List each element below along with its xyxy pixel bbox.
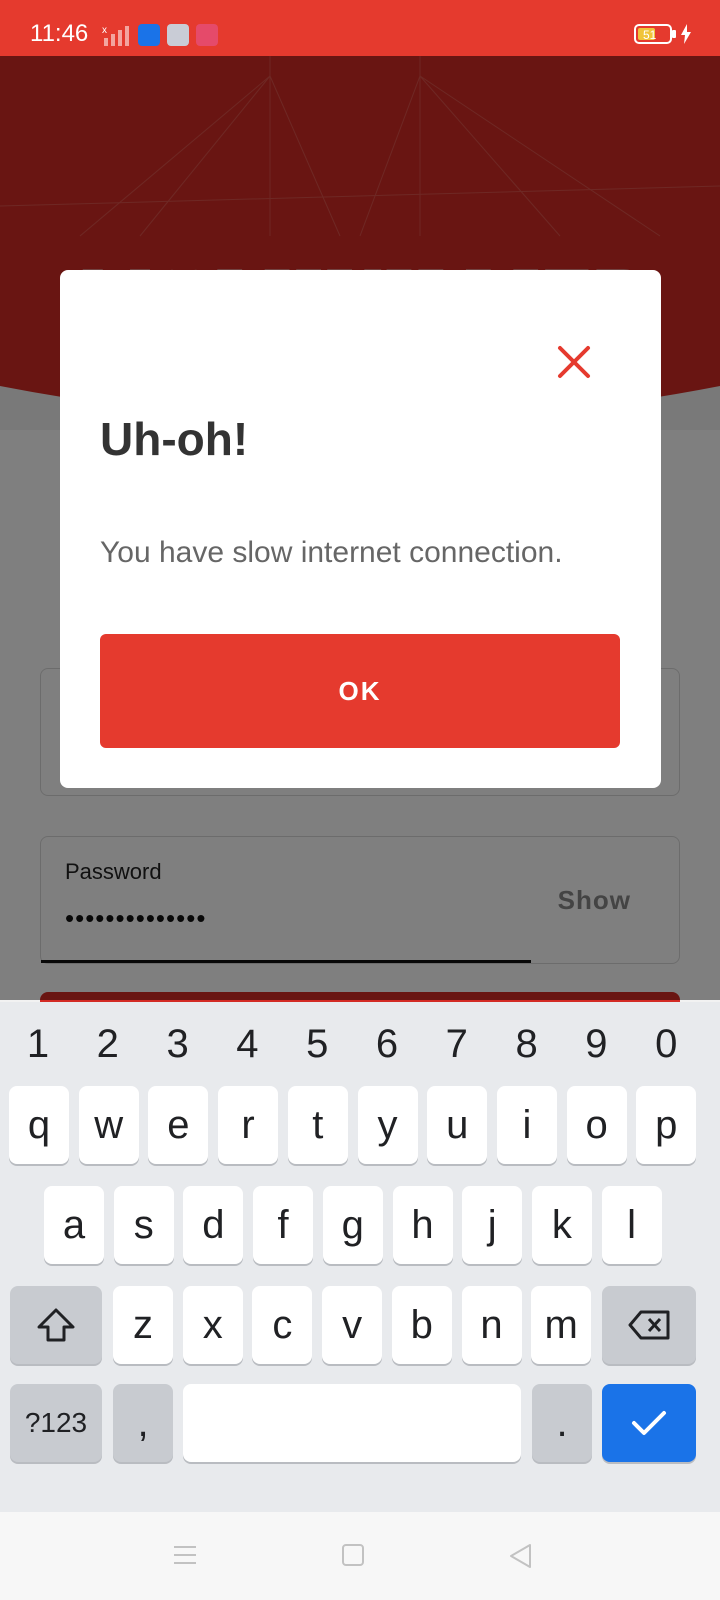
space-key[interactable]: [183, 1384, 521, 1462]
close-icon[interactable]: [552, 340, 596, 384]
letter-key[interactable]: y: [357, 1086, 418, 1164]
number-key[interactable]: 9: [566, 1022, 626, 1067]
back-icon[interactable]: [506, 1542, 534, 1570]
letter-key[interactable]: e: [148, 1086, 209, 1164]
letter-key[interactable]: l: [601, 1186, 662, 1264]
svg-text:51: 51: [643, 28, 657, 42]
app-store-icon: [167, 24, 189, 46]
dialog-title: Uh-oh!: [100, 413, 249, 465]
number-key[interactable]: 7: [427, 1022, 487, 1067]
status-time: 11:46: [30, 20, 89, 47]
number-key[interactable]: 4: [217, 1022, 277, 1067]
backspace-icon: [628, 1310, 670, 1340]
home-icon[interactable]: [340, 1542, 366, 1568]
letter-key[interactable]: c: [252, 1286, 313, 1364]
letter-key[interactable]: v: [322, 1286, 383, 1364]
letter-key[interactable]: p: [636, 1086, 697, 1164]
symbols-key[interactable]: ?123: [10, 1384, 102, 1462]
letter-key[interactable]: u: [427, 1086, 488, 1164]
letter-key[interactable]: g: [322, 1186, 383, 1264]
letter-key[interactable]: a: [44, 1186, 104, 1264]
letter-key[interactable]: t: [287, 1086, 348, 1164]
dialog-message: You have slow internet connection.: [100, 536, 563, 569]
keyboard: 1234567890 qwertyuiop asdfghjkl zxcvbnm …: [0, 1002, 720, 1512]
signal-icon: x: [102, 25, 129, 46]
letter-key[interactable]: k: [531, 1186, 592, 1264]
svg-text:x: x: [102, 25, 107, 36]
comma-key[interactable]: ,: [113, 1384, 173, 1462]
period-key[interactable]: .: [532, 1384, 592, 1462]
letter-key[interactable]: h: [392, 1186, 453, 1264]
letter-key[interactable]: n: [461, 1286, 522, 1364]
done-key[interactable]: [602, 1384, 696, 1462]
number-key[interactable]: 2: [78, 1022, 138, 1067]
number-key[interactable]: 5: [287, 1022, 347, 1067]
charging-icon: [681, 24, 691, 44]
number-key[interactable]: 3: [148, 1022, 208, 1067]
letter-key[interactable]: q: [9, 1086, 69, 1164]
menu-icon[interactable]: [172, 1542, 198, 1568]
letter-key[interactable]: x: [182, 1286, 243, 1364]
number-key[interactable]: 1: [8, 1022, 68, 1067]
ok-button[interactable]: OK: [100, 634, 620, 748]
letter-key[interactable]: z: [113, 1286, 173, 1364]
usb-icon: [138, 24, 160, 46]
letter-key[interactable]: j: [462, 1186, 523, 1264]
shift-key[interactable]: [10, 1286, 102, 1364]
error-dialog: Uh-oh! You have slow internet connection…: [60, 270, 661, 788]
letter-key[interactable]: m: [531, 1286, 592, 1364]
number-key[interactable]: 0: [636, 1022, 696, 1067]
backspace-key[interactable]: [602, 1286, 696, 1364]
letter-key[interactable]: w: [78, 1086, 139, 1164]
number-key[interactable]: 8: [497, 1022, 557, 1067]
checkmark-icon: [632, 1411, 666, 1435]
number-key[interactable]: 6: [357, 1022, 417, 1067]
status-bar: 11:46 x 51: [0, 0, 720, 56]
letter-key[interactable]: s: [113, 1186, 174, 1264]
shift-icon: [37, 1308, 75, 1342]
letter-key[interactable]: d: [183, 1186, 244, 1264]
battery-icon: 51: [634, 24, 676, 44]
letter-key[interactable]: r: [218, 1086, 279, 1164]
letter-key[interactable]: b: [391, 1286, 452, 1364]
notification-icon: [196, 24, 218, 46]
letter-key[interactable]: f: [253, 1186, 314, 1264]
letter-key[interactable]: o: [566, 1086, 627, 1164]
navigation-bar: [0, 1512, 720, 1600]
letter-key[interactable]: i: [496, 1086, 557, 1164]
